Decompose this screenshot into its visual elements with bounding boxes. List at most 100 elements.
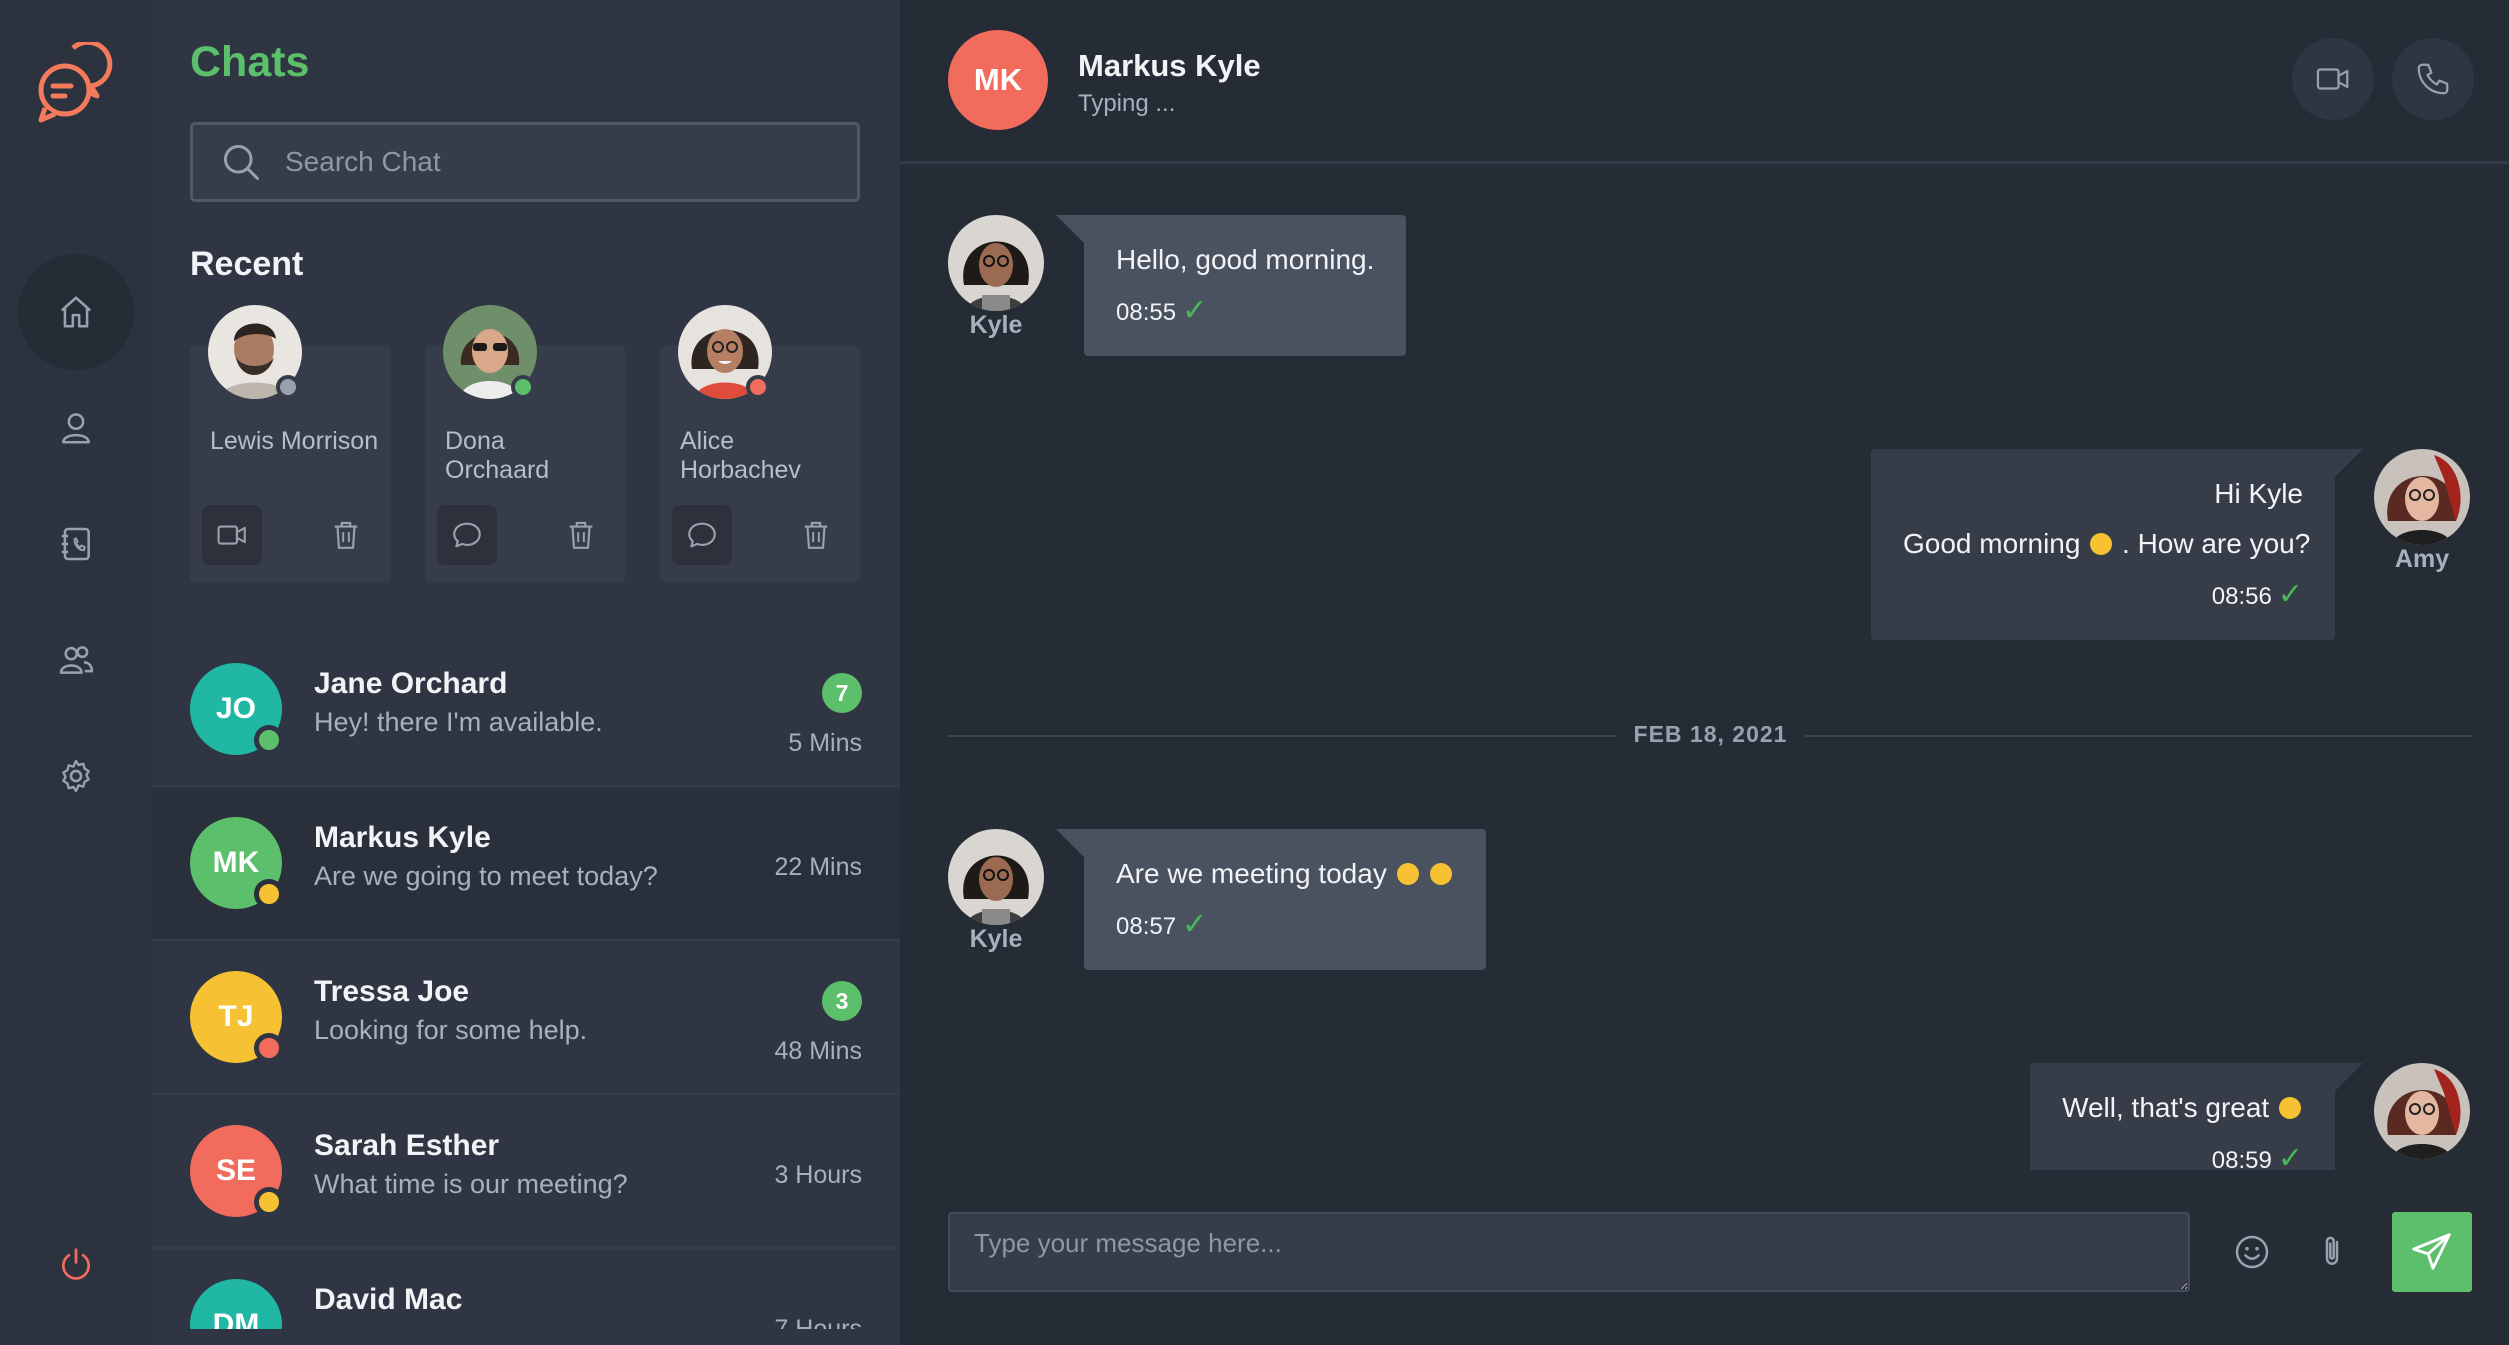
sender-name: Amy bbox=[2394, 545, 2450, 573]
chat-bubbles-logo[interactable] bbox=[35, 39, 119, 126]
typing-status: Typing ... bbox=[1078, 90, 1176, 117]
contact-name: David Mac bbox=[314, 1283, 463, 1316]
message-bubble-outgoing[interactable]: Hi Kyle Good morning . How are you? 08:5… bbox=[1871, 449, 2363, 640]
smiley-icon bbox=[2235, 1235, 2269, 1269]
chat-list-item[interactable]: MK Markus Kyle Are we going to meet toda… bbox=[152, 787, 900, 941]
delete-button[interactable] bbox=[551, 505, 611, 565]
avatar bbox=[2374, 449, 2470, 545]
recent-card[interactable]: Alice Horbachev bbox=[660, 305, 860, 583]
voice-call-button[interactable] bbox=[2392, 38, 2474, 120]
read-check-icon: ✓ bbox=[2277, 578, 2303, 611]
power-icon bbox=[62, 1248, 90, 1280]
message-button[interactable] bbox=[437, 505, 497, 565]
chat-list-item[interactable]: TJ Tressa Joe Looking for some help. 3 4… bbox=[152, 941, 900, 1095]
contact-name: Tressa Joe bbox=[314, 975, 470, 1008]
icon-rail bbox=[0, 0, 152, 1345]
recent-contact-name: Lewis Morrison bbox=[210, 427, 379, 455]
message-text: Well, that's great bbox=[2062, 1091, 2303, 1125]
contact-name: Markus Kyle bbox=[314, 821, 491, 854]
message-time: 08:56 ✓ bbox=[2211, 578, 2303, 611]
send-button[interactable] bbox=[2392, 1212, 2472, 1292]
message-text: Good morning . How are you? bbox=[1903, 528, 2311, 559]
message-time: 08:57 ✓ bbox=[1116, 908, 1208, 941]
status-dot-offline bbox=[276, 375, 300, 399]
video-call-button[interactable] bbox=[202, 505, 262, 565]
recent-contact-name: Dona Orchaard bbox=[445, 427, 550, 484]
read-check-icon: ✓ bbox=[2277, 1142, 2303, 1170]
date-divider: FEB 18, 2021 bbox=[948, 721, 2473, 748]
avatar bbox=[948, 829, 1044, 925]
phone-icon bbox=[2417, 63, 2449, 95]
contact-name: Sarah Esther bbox=[314, 1129, 500, 1162]
search-box[interactable] bbox=[190, 122, 860, 202]
nav-groups[interactable] bbox=[18, 602, 134, 718]
recent-contact-name: Alice Horbachev bbox=[680, 427, 801, 484]
message-time: 5 Mins bbox=[788, 729, 862, 757]
message-bubble-outgoing[interactable]: Well, that's great 08:59 ✓ bbox=[2030, 1063, 2363, 1170]
avatar-initials: DM bbox=[190, 1279, 282, 1329]
emoji-button[interactable] bbox=[2220, 1220, 2284, 1284]
message-text: Hi Kyle bbox=[2214, 478, 2303, 509]
message-thread: Kyle Hello, good morning. 08:55 ✓ Hi Kyle… bbox=[900, 167, 2509, 1170]
last-message: Hey! there I'm available. bbox=[314, 707, 603, 737]
nav-contacts[interactable] bbox=[18, 486, 134, 602]
message-time: 48 Mins bbox=[774, 1037, 862, 1065]
conversation-panel: MK Markus Kyle Typing ... Kyle Hello, go… bbox=[900, 0, 2509, 1345]
chat-list-item[interactable]: SE Sarah Esther What time is our meeting… bbox=[152, 1095, 900, 1249]
send-icon bbox=[2412, 1233, 2451, 1270]
status-dot bbox=[254, 1033, 284, 1063]
video-camera-icon bbox=[2316, 68, 2349, 90]
paperclip-icon bbox=[2325, 1236, 2339, 1265]
contact-avatar[interactable]: MK bbox=[948, 30, 1048, 130]
message-text: Hello, good morning. bbox=[1116, 244, 1375, 275]
last-message: What time is our meeting? bbox=[314, 1169, 628, 1199]
recent-card[interactable]: Dona Orchaard bbox=[425, 305, 625, 583]
trash-icon bbox=[334, 521, 358, 549]
unread-badge: 3 bbox=[822, 981, 862, 1021]
avatar bbox=[948, 215, 1044, 311]
status-dot-busy bbox=[746, 375, 770, 399]
chat-list-item[interactable]: DM David Mac 7 Hours bbox=[152, 1249, 900, 1329]
message-time: 08:59 ✓ bbox=[2062, 1141, 2303, 1170]
sender-name: Kyle bbox=[969, 925, 1023, 953]
trash-icon bbox=[569, 521, 593, 549]
contact-name: Markus Kyle bbox=[1078, 48, 1261, 83]
message-button[interactable] bbox=[672, 505, 732, 565]
search-input[interactable] bbox=[285, 146, 845, 178]
recent-title: Recent bbox=[190, 245, 304, 283]
nav-home[interactable] bbox=[18, 254, 134, 370]
avatar bbox=[2374, 1063, 2470, 1159]
chat-list-item[interactable]: JO Jane Orchard Hey! there I'm available… bbox=[152, 633, 900, 787]
status-dot bbox=[254, 1187, 284, 1217]
smiley-emoji-icon bbox=[2279, 1097, 2301, 1119]
attach-button[interactable] bbox=[2300, 1220, 2364, 1284]
recent-card[interactable]: Lewis Morrison bbox=[190, 305, 390, 583]
home-icon bbox=[60, 296, 92, 328]
search-icon bbox=[223, 144, 259, 180]
last-message: Are we going to meet today? bbox=[314, 861, 658, 891]
nav-settings[interactable] bbox=[18, 718, 134, 834]
delete-button[interactable] bbox=[316, 505, 376, 565]
message-bubble-incoming[interactable]: Are we meeting today 08:57 ✓ bbox=[1055, 829, 1487, 970]
chat-list-panel: Chats Recent Lewis Morrison bbox=[152, 0, 900, 1345]
message-bubble-incoming[interactable]: Hello, good morning. 08:55 ✓ bbox=[1055, 215, 1407, 356]
last-message: Looking for some help. bbox=[314, 1015, 588, 1045]
message-time: 22 Mins bbox=[774, 853, 862, 881]
sender-name: Kyle bbox=[969, 311, 1023, 339]
trash-icon bbox=[804, 521, 828, 549]
delete-button[interactable] bbox=[786, 505, 846, 565]
message-icon bbox=[453, 522, 481, 548]
nav-profile[interactable] bbox=[18, 370, 134, 486]
message-time: 08:55 ✓ bbox=[1116, 294, 1208, 327]
message-input[interactable] bbox=[948, 1212, 2190, 1292]
status-dot bbox=[254, 879, 284, 909]
status-dot bbox=[254, 725, 284, 755]
message-time: 3 Hours bbox=[774, 1161, 862, 1189]
logout-button[interactable] bbox=[18, 1206, 134, 1322]
date-label: FEB 18, 2021 bbox=[1615, 721, 1806, 748]
unread-badge: 7 bbox=[822, 673, 862, 713]
video-call-button[interactable] bbox=[2292, 38, 2374, 120]
gear-icon bbox=[62, 759, 90, 793]
smiley-emoji-icon bbox=[1396, 863, 1419, 885]
contact-name: Jane Orchard bbox=[314, 667, 508, 700]
